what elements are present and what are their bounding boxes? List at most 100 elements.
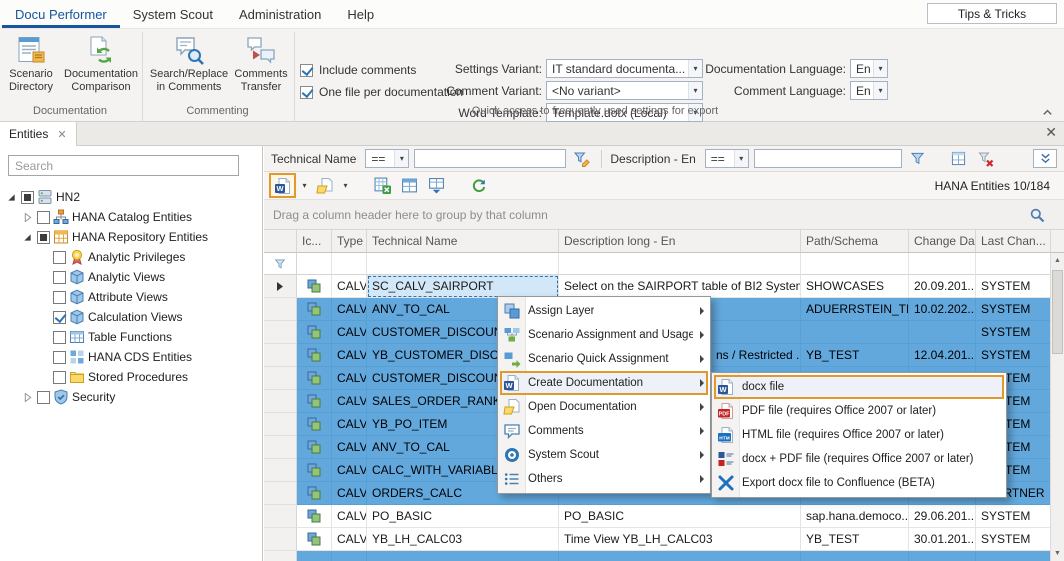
search-grid-icon[interactable] — [1029, 207, 1045, 223]
tree-item-hana-catalog-entities[interactable]: HANA Catalog Entities — [0, 207, 262, 227]
refresh-button[interactable] — [467, 175, 491, 197]
tree-item-analytic-views[interactable]: Analytic Views — [0, 267, 262, 287]
table-row-yb-lh-calc03[interactable]: CALVYB_LH_CALC03Time View YB_LH_CALC03YB… — [264, 528, 1050, 551]
expander-closed-icon[interactable] — [20, 210, 34, 224]
column-header-technical-name[interactable]: Technical Name — [367, 230, 559, 253]
tree-checkbox[interactable] — [21, 191, 34, 204]
menu-item-html-file-requires-office-2007-or-later[interactable]: HTMHTML file (requires Office 2007 or la… — [714, 423, 1004, 447]
filter-expand-button[interactable] — [1033, 149, 1057, 168]
menu-item-create-documentation[interactable]: WCreate Documentation — [500, 371, 708, 395]
filter-field1-operator[interactable]: ==▾ — [365, 149, 409, 168]
table-row[interactable] — [264, 551, 1050, 561]
search-input[interactable] — [8, 155, 239, 176]
expander-open-icon[interactable] — [4, 190, 18, 204]
table-row-po-basic[interactable]: CALVPO_BASICPO_BASICsap.hana.democo...29… — [264, 505, 1050, 528]
column-header-ic[interactable]: Ic... — [297, 230, 332, 253]
menu-item-docx-file[interactable]: Wdocx file — [714, 375, 1004, 399]
ribbon-collapse-button[interactable] — [1036, 105, 1058, 120]
menu-item-pdf-file-requires-office-2007-or-later[interactable]: PDFPDF file (requires Office 2007 or lat… — [714, 399, 1004, 423]
group-by-bar[interactable]: Drag a column header here to group by th… — [264, 200, 1064, 230]
menu-item-system-scout[interactable]: System Scout — [500, 443, 708, 467]
tree-item-table-functions[interactable]: Table Functions — [0, 327, 262, 347]
tree-checkbox[interactable] — [53, 271, 66, 284]
filter-apply-button[interactable] — [907, 149, 929, 169]
column-header-change-date[interactable]: Change Date — [909, 230, 976, 253]
filter-layout-button[interactable] — [948, 149, 970, 169]
tree-item-stored-procedures[interactable]: Stored Procedures — [0, 367, 262, 387]
tree-item-analytic-privileges[interactable]: Analytic Privileges — [0, 247, 262, 267]
menu-item-comments[interactable]: Comments — [500, 419, 708, 443]
export-excel-button[interactable] — [370, 175, 394, 197]
tab-close-icon[interactable]: ✕ — [57, 128, 66, 141]
tree-item-attribute-views[interactable]: Attribute Views — [0, 287, 262, 307]
tree-item-security[interactable]: Security — [0, 387, 262, 407]
filter-cell[interactable] — [976, 253, 1050, 275]
open-documentation-button[interactable] — [313, 175, 337, 197]
menu-administration[interactable]: Administration — [226, 0, 334, 28]
tips-tricks-button[interactable]: Tips & Tricks — [927, 3, 1057, 24]
grid-view-button[interactable] — [397, 175, 421, 197]
documentation-language-combo[interactable]: En▾ — [850, 59, 888, 78]
menu-item-scenario-quick-assignment[interactable]: Scenario Quick Assignment — [500, 347, 708, 371]
checkbox-include-comments[interactable]: Include comments — [300, 63, 416, 77]
table-row-sc-calv-sairport[interactable]: CALVSC_CALV_SAIRPORTSelect on the SAIRPO… — [264, 275, 1050, 298]
vertical-scrollbar[interactable]: ▲ ▼ — [1050, 253, 1064, 561]
column-header-description-long-en[interactable]: Description long - En — [559, 230, 801, 253]
scroll-thumb[interactable] — [1052, 270, 1063, 354]
menu-item-others[interactable]: Others — [500, 467, 708, 491]
export-grid-button[interactable] — [424, 175, 448, 197]
filter-cell[interactable] — [297, 253, 332, 275]
tree-checkbox[interactable] — [53, 331, 66, 344]
filter-cell[interactable] — [559, 253, 801, 275]
filter-cell[interactable] — [367, 253, 559, 275]
menu-system-scout[interactable]: System Scout — [120, 0, 226, 28]
pane-close-icon[interactable]: ✕ — [1045, 125, 1057, 139]
filter-cell[interactable] — [909, 253, 976, 275]
tree-checkbox[interactable] — [53, 351, 66, 364]
checkbox-box-icon[interactable] — [300, 64, 313, 77]
filter-clear-button[interactable] — [975, 149, 997, 169]
filter-cell[interactable] — [801, 253, 909, 275]
comment-variant-combo[interactable]: <No variant>▾ — [546, 81, 703, 100]
create-docx-button[interactable]: W — [269, 173, 296, 198]
expander-open-icon[interactable] — [20, 230, 34, 244]
settings-variant-combo[interactable]: IT standard documenta...▾ — [546, 59, 703, 78]
menu-item-open-documentation[interactable]: Open Documentation — [500, 395, 708, 419]
filter-cell[interactable] — [332, 253, 367, 275]
tree-checkbox[interactable] — [53, 291, 66, 304]
scenario-directory-button[interactable]: ScenarioDirectory — [2, 31, 60, 109]
tree-checkbox[interactable] — [37, 231, 50, 244]
tab-entities[interactable]: Entities ✕ — [0, 122, 77, 146]
filter-field2-input[interactable] — [754, 149, 902, 168]
menu-item-export-docx-file-to-confluence-beta[interactable]: Export docx file to Confluence (BETA) — [714, 471, 1004, 495]
menu-item-scenario-assignment-and-usage[interactable]: Scenario Assignment and Usage — [500, 323, 708, 347]
tree-item-hn2[interactable]: HN2 — [0, 187, 262, 207]
column-header-last-chan[interactable]: Last Chan... — [976, 230, 1050, 253]
search-replace-in-comments-button[interactable]: Search/Replacein Comments — [150, 31, 228, 109]
column-header-path-schema[interactable]: Path/Schema — [801, 230, 909, 253]
expander-closed-icon[interactable] — [20, 390, 34, 404]
tree-item-hana-repository-entities[interactable]: HANA Repository Entities — [0, 227, 262, 247]
tree-item-calculation-views[interactable]: Calculation Views — [0, 307, 262, 327]
filter-edit-button[interactable] — [571, 149, 593, 169]
scroll-down-icon[interactable]: ▼ — [1051, 546, 1064, 561]
tree-checkbox[interactable] — [53, 311, 66, 324]
documentation-comparison-button[interactable]: DocumentationComparison — [62, 31, 140, 109]
filter-field1-input[interactable] — [414, 149, 566, 168]
menu-item-assign-layer[interactable]: Assign Layer — [500, 299, 708, 323]
create-docx-dropdown[interactable]: ▾ — [299, 175, 310, 197]
scroll-up-icon[interactable]: ▲ — [1051, 253, 1064, 268]
open-documentation-dropdown[interactable]: ▾ — [340, 175, 351, 197]
column-header-type[interactable]: Type — [332, 230, 367, 253]
comments-transfer-button[interactable]: CommentsTransfer — [230, 31, 292, 109]
tree-checkbox[interactable] — [37, 211, 50, 224]
comment-language-combo[interactable]: En▾ — [850, 81, 888, 100]
tree-checkbox[interactable] — [53, 371, 66, 384]
menu-docu-performer[interactable]: Docu Performer — [2, 0, 120, 28]
tree-item-hana-cds-entities[interactable]: HANA CDS Entities — [0, 347, 262, 367]
checkbox-box-icon[interactable] — [300, 86, 313, 99]
menu-help[interactable]: Help — [334, 0, 387, 28]
filter-field2-operator[interactable]: ==▾ — [705, 149, 749, 168]
tree-checkbox[interactable] — [53, 251, 66, 264]
tree-checkbox[interactable] — [37, 391, 50, 404]
